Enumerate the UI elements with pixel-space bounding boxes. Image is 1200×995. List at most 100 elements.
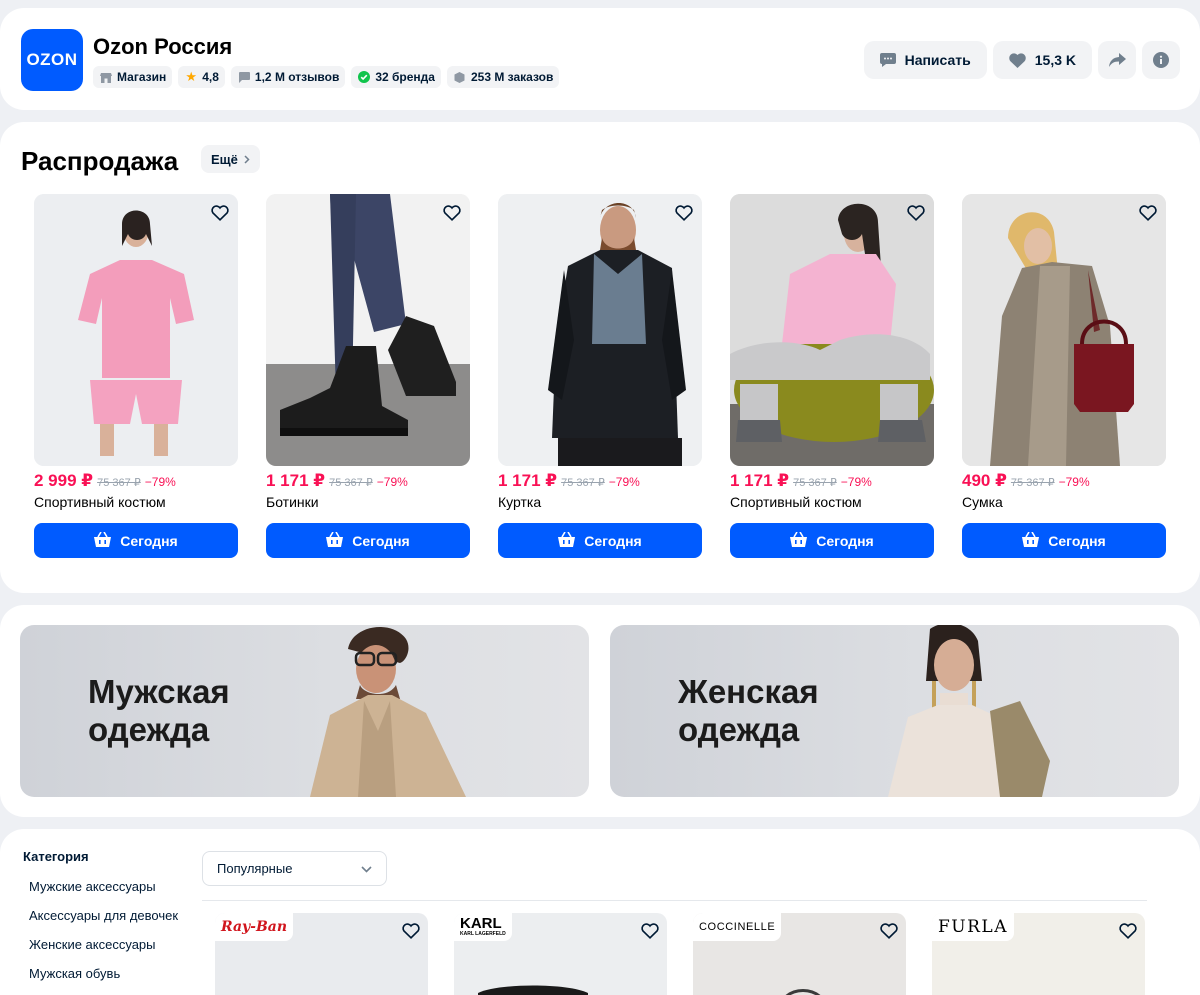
price-row: 1 171 ₽ 75 367 ₽ −79% — [266, 471, 470, 490]
buy-label: Сегодня — [352, 532, 410, 549]
men-clothing-banner[interactable]: Мужская одежда — [20, 625, 589, 797]
favorite-store-button[interactable]: 15,3 K — [992, 41, 1092, 79]
write-button-label: Написать — [904, 52, 971, 68]
brand-card[interactable]: Ray-Ban — [215, 913, 428, 995]
product-discount: −79% — [608, 475, 640, 489]
price-row: 1 171 ₽ 75 367 ₽ −79% — [498, 471, 702, 490]
favorite-heart-icon[interactable] — [878, 919, 900, 941]
store-name[interactable]: Ozon Россия — [93, 34, 232, 60]
shop-icon — [99, 72, 113, 83]
brand-logo: KARL KARL LAGERFELD — [454, 913, 512, 941]
add-to-cart-button[interactable]: Сегодня — [266, 523, 470, 558]
category-item[interactable]: Женские аксессуары — [29, 937, 178, 966]
brand-card[interactable]: KARL KARL LAGERFELD — [454, 913, 667, 995]
brand-logo-text: KARL — [460, 915, 502, 932]
category-heading: Категория — [23, 849, 89, 864]
favorite-heart-icon[interactable] — [905, 201, 927, 223]
women-clothing-banner[interactable]: Женская одежда — [610, 625, 1179, 797]
price-row: 490 ₽ 75 367 ₽ −79% — [962, 471, 1166, 490]
write-button[interactable]: Написать — [863, 41, 987, 79]
banner-title: Женская одежда — [678, 673, 878, 749]
chat-icon — [237, 71, 251, 83]
star-icon: ★ — [185, 69, 198, 84]
product-price: 2 999 ₽ — [34, 471, 94, 490]
favorite-heart-icon[interactable] — [209, 201, 231, 223]
product-card[interactable]: 1 171 ₽ 75 367 ₽ −79% Спортивный костюм … — [730, 194, 934, 558]
product-image[interactable] — [34, 194, 238, 466]
catalog-section: Категория Мужские аксессуары Аксессуары … — [0, 829, 1200, 995]
add-to-cart-button[interactable]: Сегодня — [34, 523, 238, 558]
sale-section: Распродажа Ещё 2 999 ₽ 75 367 ₽ −79% Спо… — [0, 122, 1200, 593]
brand-card[interactable]: COCCINELLE — [693, 913, 906, 995]
sort-value: Популярные — [217, 861, 293, 876]
brand-card[interactable]: FURLA — [932, 913, 1145, 995]
badge-rating[interactable]: ★ 4,8 — [178, 66, 225, 88]
product-name[interactable]: Ботинки — [266, 494, 470, 510]
product-discount: −79% — [840, 475, 872, 489]
badge-brands[interactable]: 32 бренда — [351, 66, 441, 88]
product-image[interactable] — [730, 194, 934, 466]
product-price: 1 171 ₽ — [730, 471, 790, 490]
add-to-cart-button[interactable]: Сегодня — [730, 523, 934, 558]
header-actions: Написать 15,3 K — [863, 41, 1180, 79]
info-button[interactable] — [1142, 41, 1180, 79]
buy-label: Сегодня — [584, 532, 642, 549]
basket-icon — [94, 531, 112, 550]
men-model-image — [310, 626, 466, 797]
sale-products: 2 999 ₽ 75 367 ₽ −79% Спортивный костюм … — [34, 194, 1166, 558]
message-icon — [879, 53, 896, 67]
brand-logo-text: COCCINELLE — [699, 921, 776, 933]
product-price: 1 171 ₽ — [498, 471, 558, 490]
product-name[interactable]: Спортивный костюм — [730, 494, 934, 510]
product-image — [478, 985, 588, 995]
product-price: 490 ₽ — [962, 471, 1007, 490]
product-old-price: 75 367 ₽ — [793, 477, 837, 489]
banner-title-line: одежда — [678, 711, 800, 748]
banner-title-line: одежда — [88, 711, 210, 748]
product-name[interactable]: Куртка — [498, 494, 702, 510]
banner-title: Мужская одежда — [88, 673, 288, 749]
favorite-heart-icon[interactable] — [441, 201, 463, 223]
category-item[interactable]: Мужская обувь — [29, 966, 178, 995]
divider — [202, 900, 1147, 901]
product-old-price: 75 367 ₽ — [561, 477, 605, 489]
sale-more-button[interactable]: Ещё — [201, 145, 260, 173]
brand-logo: COCCINELLE — [693, 913, 782, 941]
product-card[interactable]: 1 171 ₽ 75 367 ₽ −79% Куртка Сегодня — [498, 194, 702, 558]
women-model-image — [888, 625, 1050, 797]
brand-cards: Ray-Ban KARL KARL LAGERFELD COCCINELLE F… — [215, 913, 1145, 995]
favorite-heart-icon[interactable] — [400, 919, 422, 941]
badge-label: Магазин — [117, 70, 167, 84]
badge-reviews[interactable]: 1,2 М отзывов — [230, 66, 346, 88]
store-logo[interactable]: OZON — [21, 29, 83, 91]
favorite-heart-icon[interactable] — [673, 201, 695, 223]
more-label: Ещё — [211, 151, 238, 167]
product-image[interactable] — [962, 194, 1166, 466]
product-old-price: 75 367 ₽ — [97, 477, 141, 489]
sort-select[interactable]: Популярные — [202, 851, 387, 886]
price-row: 2 999 ₽ 75 367 ₽ −79% — [34, 471, 238, 490]
category-item[interactable]: Аксессуары для девочек — [29, 908, 178, 937]
category-item[interactable]: Мужские аксессуары — [29, 879, 178, 908]
product-card[interactable]: 490 ₽ 75 367 ₽ −79% Сумка Сегодня — [962, 194, 1166, 558]
favorite-heart-icon[interactable] — [639, 919, 661, 941]
basket-icon — [558, 531, 576, 550]
share-button[interactable] — [1098, 41, 1136, 79]
favorite-heart-icon[interactable] — [1137, 201, 1159, 223]
heart-icon — [1008, 52, 1026, 68]
product-image[interactable] — [266, 194, 470, 466]
basket-icon — [326, 531, 344, 550]
product-card[interactable]: 1 171 ₽ 75 367 ₽ −79% Ботинки Сегодня — [266, 194, 470, 558]
add-to-cart-button[interactable]: Сегодня — [962, 523, 1166, 558]
product-card[interactable]: 2 999 ₽ 75 367 ₽ −79% Спортивный костюм … — [34, 194, 238, 558]
product-name[interactable]: Сумка — [962, 494, 1166, 510]
banner-title-line: Мужская — [88, 673, 230, 710]
product-name[interactable]: Спортивный костюм — [34, 494, 238, 510]
brand-logo: Ray-Ban — [215, 913, 294, 941]
chevron-right-icon — [244, 152, 250, 167]
product-discount: −79% — [1058, 475, 1090, 489]
add-to-cart-button[interactable]: Сегодня — [498, 523, 702, 558]
brand-logo-text: Ray-Ban — [221, 919, 288, 935]
product-image[interactable] — [498, 194, 702, 466]
favorite-heart-icon[interactable] — [1117, 919, 1139, 941]
